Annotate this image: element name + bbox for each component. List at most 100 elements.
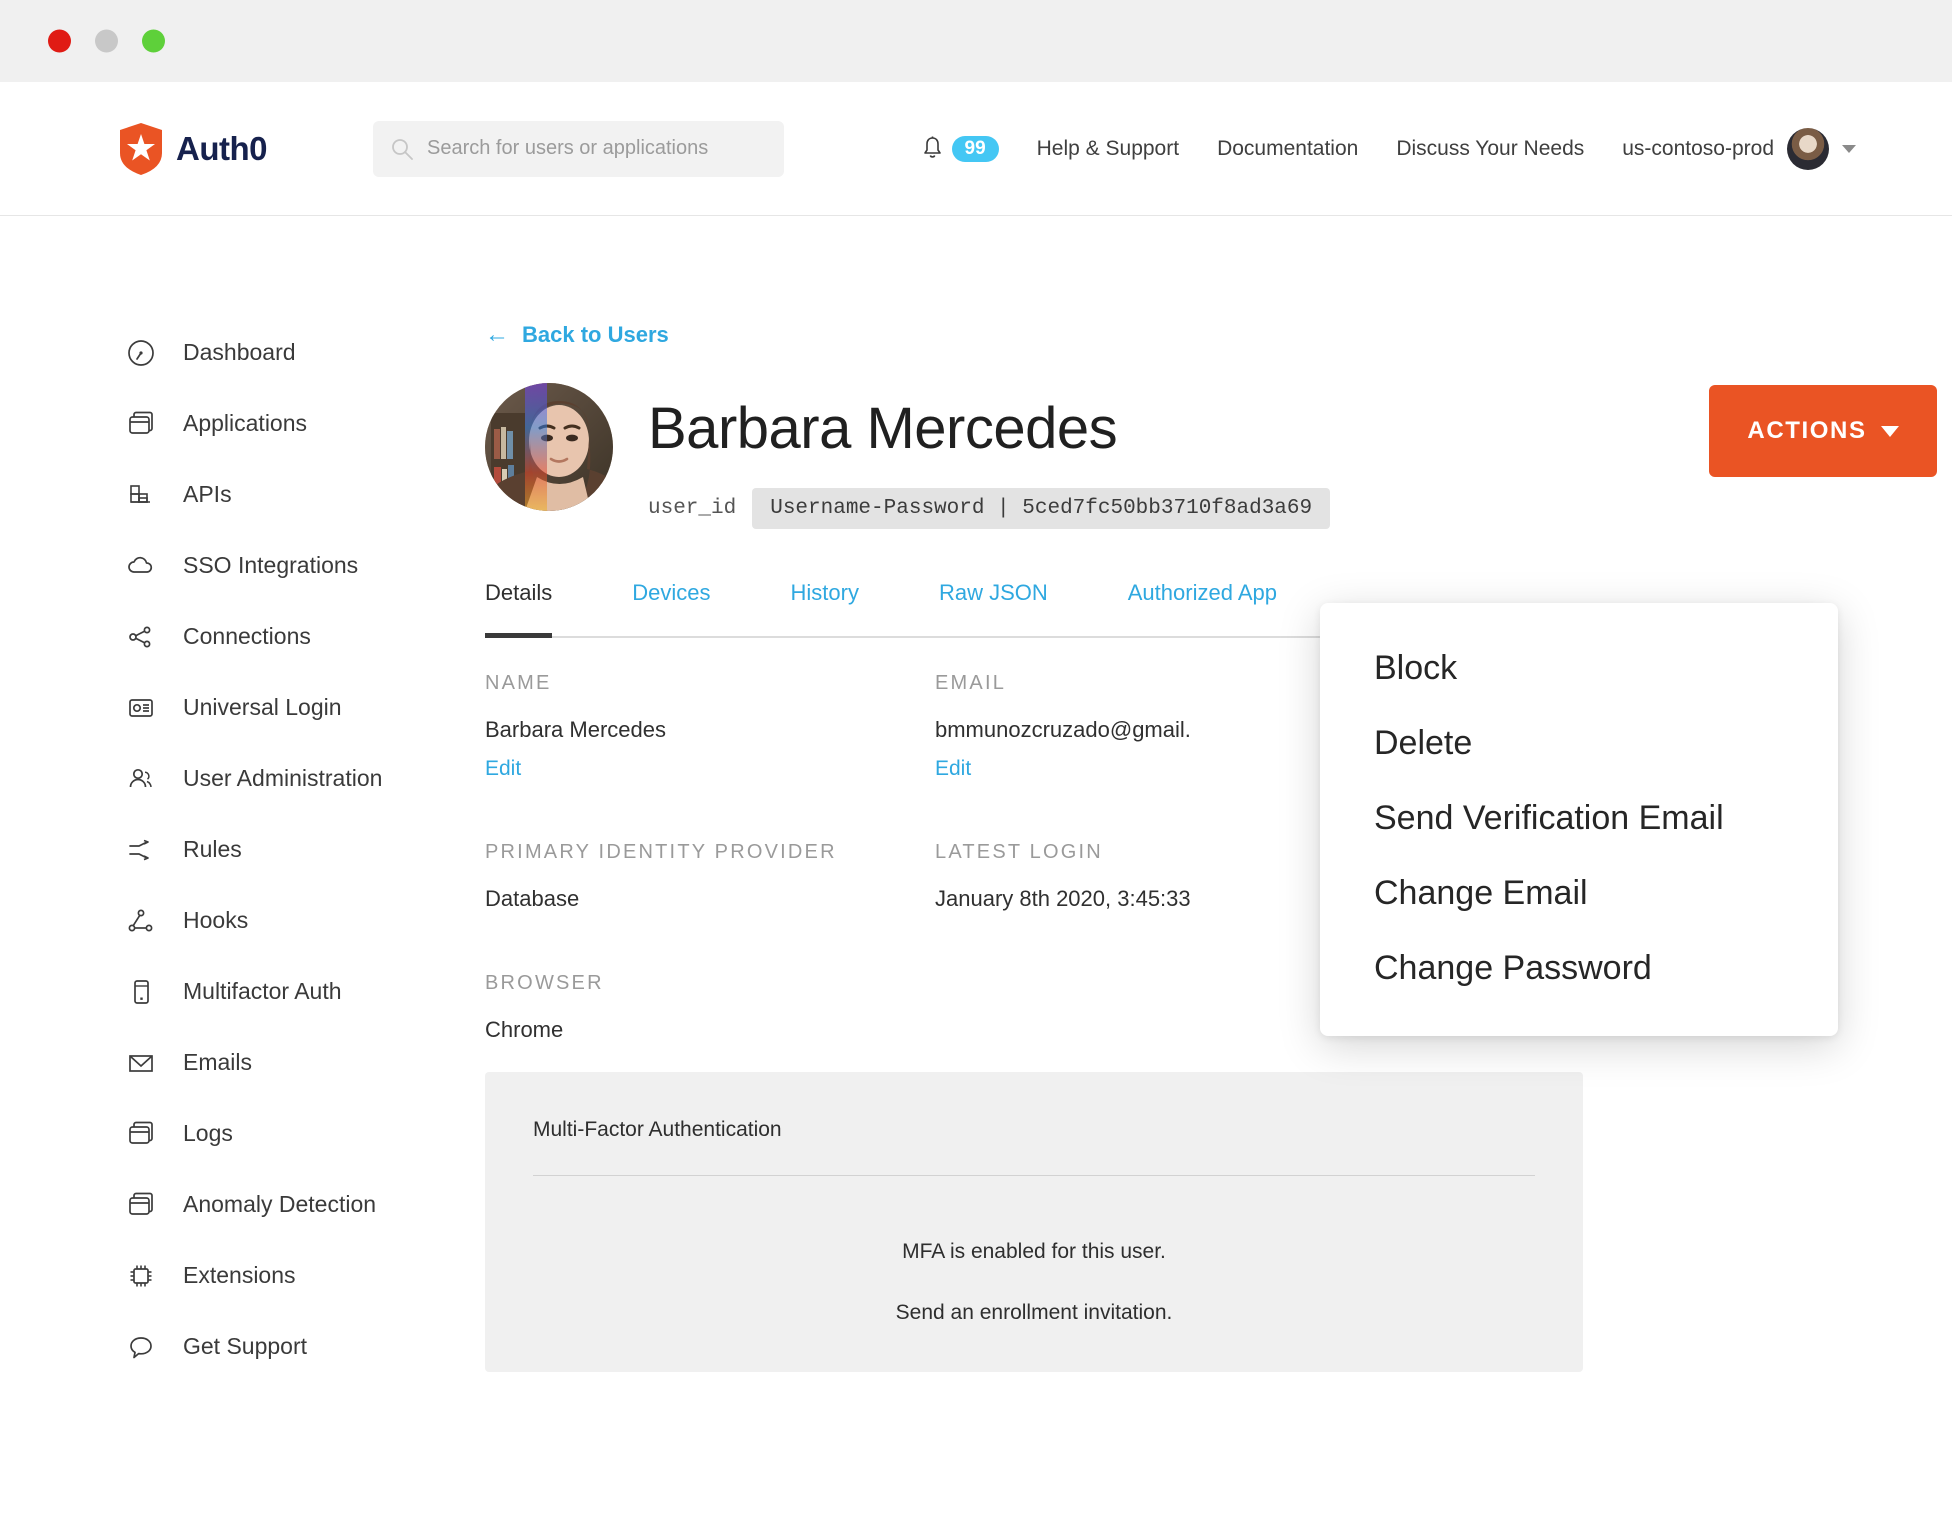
field-value: Database <box>485 886 580 911</box>
nav-link-help-support[interactable]: Help & Support <box>1037 137 1179 161</box>
field-value: January 8th 2020, 3:45:33 <box>935 886 1191 911</box>
sidebar-item-multifactor-auth[interactable]: Multifactor Auth <box>0 956 470 1027</box>
window-stack-icon <box>126 409 156 439</box>
page-title: Barbara Mercedes <box>648 396 1118 461</box>
sidebar-item-applications[interactable]: Applications <box>0 388 470 459</box>
menu-item-change-email[interactable]: Change Email <box>1320 856 1838 931</box>
field-label: BROWSER <box>485 972 604 994</box>
sidebar-item-label: Logs <box>183 1120 233 1146</box>
sidebar-item-apis[interactable]: APIs <box>0 459 470 530</box>
minimize-window-button[interactable] <box>95 29 118 53</box>
maximize-window-button[interactable] <box>142 29 165 53</box>
sidebar-item-label: Anomaly Detection <box>183 1191 377 1217</box>
sidebar-item-universal-login[interactable]: Universal Login <box>0 672 470 743</box>
nav-link-discuss-your-needs[interactable]: Discuss Your Needs <box>1396 137 1584 161</box>
mfa-panel-title: Multi-Factor Authentication <box>533 1118 782 1141</box>
tab-history[interactable]: History <box>791 580 859 636</box>
back-to-users-link[interactable]: ← Back to Users <box>485 322 669 348</box>
sidebar-item-sso-integrations[interactable]: SSO Integrations <box>0 530 470 601</box>
tab-devices[interactable]: Devices <box>632 580 710 636</box>
chip-icon <box>126 1261 156 1291</box>
search-input[interactable] <box>427 137 766 160</box>
actions-dropdown-menu: Block Delete Send Verification Email Cha… <box>1320 603 1838 1036</box>
user-id-label: user_id <box>648 497 737 520</box>
sidebar-item-get-support[interactable]: Get Support <box>0 1311 470 1382</box>
app-window: Auth0 Search for users or applications 9… <box>0 0 1952 1516</box>
mfa-enrollment-invitation[interactable]: Send an enrollment invitation. <box>533 1301 1535 1325</box>
sidebar-item-label: Get Support <box>183 1333 308 1359</box>
sidebar-item-label: User Administration <box>183 765 383 791</box>
tab-authorized-apps[interactable]: Authorized App <box>1128 580 1277 636</box>
bell-icon <box>922 136 943 161</box>
edit-email-link[interactable]: Edit <box>935 757 971 781</box>
nav-link-documentation[interactable]: Documentation <box>1217 137 1358 161</box>
field-name: NAME Barbara Mercedes Edit <box>485 672 935 781</box>
sidebar-item-dashboard[interactable]: Dashboard <box>0 317 470 388</box>
chevron-down-icon <box>1842 144 1856 153</box>
menu-item-delete[interactable]: Delete <box>1320 706 1838 781</box>
share-nodes-icon <box>126 622 156 652</box>
field-value: Barbara Mercedes <box>485 717 666 742</box>
window-stack-icon <box>126 1190 156 1220</box>
speech-bubble-icon <box>126 1332 156 1362</box>
sidebar-item-label: Rules <box>183 836 242 862</box>
sidebar-item-label: Universal Login <box>183 694 342 720</box>
user-profile-avatar <box>485 383 613 511</box>
sidebar-item-rules[interactable]: Rules <box>0 814 470 885</box>
user-id-value[interactable]: Username-Password | 5ced7fc50bb3710f8ad3… <box>752 488 1331 529</box>
sidebar-item-label: Hooks <box>183 907 249 933</box>
field-label: NAME <box>485 672 552 694</box>
menu-item-change-password[interactable]: Change Password <box>1320 931 1838 1006</box>
sidebar-item-label: Applications <box>183 410 308 436</box>
bar-grid-icon <box>126 480 156 510</box>
users-icon <box>126 764 156 794</box>
field-value: bmmunozcruzado@gmail. <box>935 717 1191 742</box>
sidebar-item-label: Emails <box>183 1049 253 1075</box>
field-label: PRIMARY IDENTITY PROVIDER <box>485 841 837 863</box>
sidebar-item-label: SSO Integrations <box>183 552 359 578</box>
window-stack-icon <box>126 1119 156 1149</box>
field-latest-login: LATEST LOGIN January 8th 2020, 3:45:33 <box>935 841 1385 912</box>
menu-item-block[interactable]: Block <box>1320 631 1838 706</box>
auth0-logo[interactable]: Auth0 <box>120 122 268 175</box>
actions-button-label: ACTIONS <box>1747 417 1867 444</box>
sidebar-item-user-administration[interactable]: User Administration <box>0 743 470 814</box>
arrow-left-icon: ← <box>485 321 509 348</box>
mfa-status-text: MFA is enabled for this user. <box>902 1240 1166 1263</box>
edit-name-link[interactable]: Edit <box>485 757 521 781</box>
notifications-button[interactable]: 99 <box>922 135 999 162</box>
menu-item-send-verification-email[interactable]: Send Verification Email <box>1320 781 1838 856</box>
sidebar-item-label: Extensions <box>183 1262 296 1288</box>
top-nav-right: 99 Help & Support Documentation Discuss … <box>922 127 1856 170</box>
back-to-users-label: Back to Users <box>522 322 669 347</box>
sidebar-item-hooks[interactable]: Hooks <box>0 885 470 956</box>
cloud-icon <box>126 551 156 581</box>
sidebar-item-emails[interactable]: Emails <box>0 1027 470 1098</box>
mfa-panel-body: MFA is enabled for this user. Send an en… <box>533 1240 1535 1325</box>
sidebar-item-logs[interactable]: Logs <box>0 1098 470 1169</box>
sidebar-item-connections[interactable]: Connections <box>0 601 470 672</box>
sidebar-item-label: Connections <box>183 623 311 649</box>
mobile-phone-icon <box>126 977 156 1007</box>
sidebar-item-label: APIs <box>183 481 232 507</box>
sidebar-item-anomaly-detection[interactable]: Anomaly Detection <box>0 1169 470 1240</box>
field-email: EMAIL bmmunozcruzado@gmail. Edit <box>935 672 1385 781</box>
top-navigation-bar: Auth0 Search for users or applications 9… <box>0 82 1952 216</box>
sidebar-item-label: Dashboard <box>183 339 296 365</box>
shuffle-arrows-icon <box>126 835 156 865</box>
field-browser: BROWSER Chrome <box>485 972 935 1043</box>
tab-details[interactable]: Details <box>485 580 553 638</box>
actions-button[interactable]: ACTIONS <box>1709 385 1937 477</box>
global-search[interactable] <box>373 120 784 177</box>
tab-raw-json[interactable]: Raw JSON <box>939 580 1048 636</box>
tenant-selector[interactable]: us-contoso-prod <box>1622 127 1856 170</box>
field-primary-identity-provider: PRIMARY IDENTITY PROVIDER Database <box>485 841 935 912</box>
close-window-button[interactable] <box>48 29 71 53</box>
graph-nodes-icon <box>126 906 156 936</box>
sidebar-item-extensions[interactable]: Extensions <box>0 1240 470 1311</box>
app-surface: Auth0 Search for users or applications 9… <box>0 82 1952 1516</box>
mfa-panel: Multi-Factor Authentication MFA is enabl… <box>485 1072 1583 1372</box>
caret-down-icon <box>1880 425 1899 437</box>
divider <box>533 1175 1535 1176</box>
search-icon <box>391 138 413 160</box>
